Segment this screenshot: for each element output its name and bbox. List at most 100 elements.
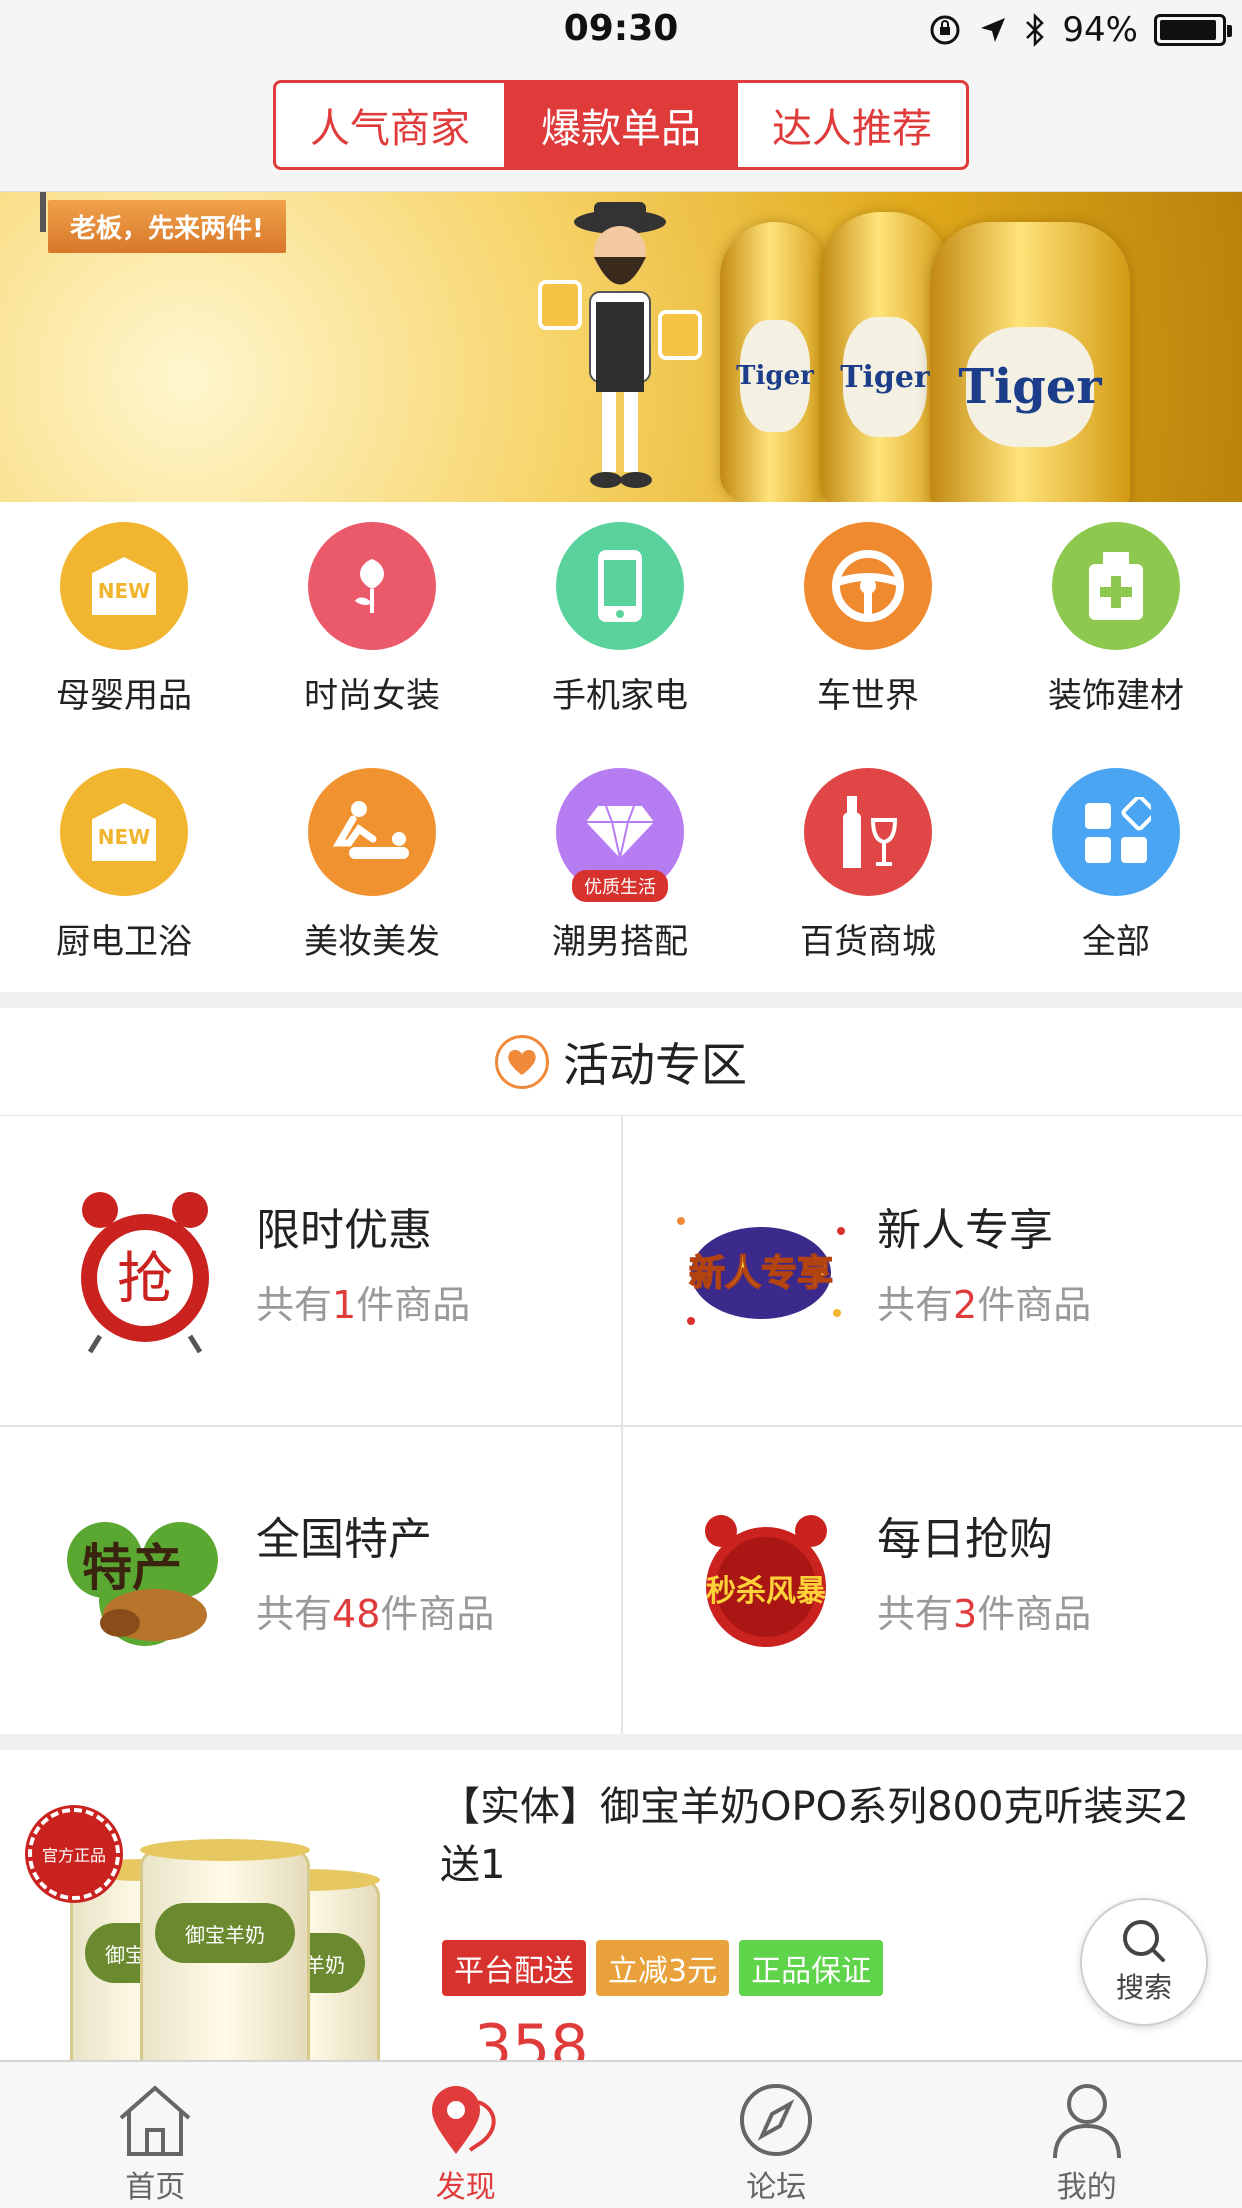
product-title[interactable]: 【实体】御宝羊奶OPO系列800克听装买2送1 <box>440 1778 1200 1894</box>
tab-label: 我的 <box>1056 2170 1117 2205</box>
category-decoration[interactable]: 装饰建材 <box>992 502 1240 742</box>
battery-percent: 94% <box>1062 10 1138 50</box>
status-indicators: 94% <box>928 10 1232 50</box>
tab-mine[interactable]: 我的 <box>932 2062 1242 2208</box>
status-bar: 09:30 94% <box>0 0 1242 62</box>
category-label: 车世界 <box>817 676 919 716</box>
new-user-badge-image: 新人专享 <box>661 1186 861 1356</box>
category-label: 时尚女装 <box>304 676 440 716</box>
tab-discover[interactable]: 发现 <box>311 2062 622 2208</box>
tag-platform-delivery: 平台配送 <box>442 1940 586 1996</box>
activity-header: 活动专区 <box>0 1008 1242 1116</box>
activity-flash-sale[interactable]: 抢 限时优惠 共有1件商品 <box>0 1116 621 1425</box>
steering-wheel-icon <box>804 522 932 650</box>
category-label: 百货商城 <box>800 922 936 962</box>
new-tag-icon: NEW <box>60 768 188 896</box>
banner-tag: 老板，先来两件! <box>48 200 286 253</box>
svg-text:新人专享: 新人专享 <box>689 1253 833 1294</box>
activity-name: 全国特产 <box>256 1514 432 1565</box>
flower-icon <box>308 522 436 650</box>
tab-home[interactable]: 首页 <box>0 2062 311 2208</box>
medicine-box-icon <box>1052 522 1180 650</box>
activity-daily-rush[interactable]: 秒杀风暴 每日抢购 共有3件商品 <box>621 1425 1242 1734</box>
activity-name: 每日抢购 <box>877 1514 1053 1565</box>
home-icon <box>119 2085 191 2156</box>
promo-banner[interactable]: 老板，先来两件! Tiger Tiger Tiger <box>0 192 1242 502</box>
top-header: 人气商家 爆款单品 达人推荐 <box>0 62 1242 192</box>
tab-forum[interactable]: 论坛 <box>621 2062 932 2208</box>
search-button[interactable]: 搜索 <box>1080 1898 1208 2026</box>
activity-specialties[interactable]: 特产 全国特产 共有48件商品 <box>0 1425 621 1734</box>
activity-count: 共有2件商品 <box>877 1283 1092 1327</box>
new-tag-icon: NEW <box>60 522 188 650</box>
activity-title: 活动专区 <box>563 1037 747 1092</box>
grid-icon <box>1052 768 1180 896</box>
segment-popular-merchants[interactable]: 人气商家 <box>276 83 507 167</box>
category-auto[interactable]: 车世界 <box>744 502 992 742</box>
section-divider <box>0 1734 1242 1750</box>
milk-can: 御宝羊奶 <box>140 1839 310 2060</box>
product-price: 358 <box>474 2012 589 2060</box>
waiter-illustration <box>538 202 702 488</box>
category-label: 潮男搭配 <box>552 922 688 962</box>
category-label: 全部 <box>1082 922 1150 962</box>
bluetooth-icon <box>1026 12 1045 48</box>
banner-stripe <box>40 192 46 232</box>
segment-hot-items[interactable]: 爆款单品 <box>507 83 738 167</box>
category-grid: NEW 母婴用品 时尚女装 手机家电 车世界 装饰建材 NEW 厨电卫浴 美妆美… <box>0 502 1242 992</box>
diamond-icon: 优质生活 <box>556 768 684 902</box>
product-tags: 平台配送 立减3元 正品保证 <box>442 1940 884 1996</box>
bottom-tab-bar: 首页 发现 论坛 我的 <box>0 2060 1242 2208</box>
category-all[interactable]: 全部 <box>992 748 1240 988</box>
activity-count: 共有1件商品 <box>256 1283 471 1327</box>
product-card[interactable]: 御宝羊奶 御宝羊奶 御宝羊奶 官方正品 【实体】御宝羊奶OPO系列800克听装买… <box>0 1750 1242 2060</box>
alarm-clock-image: 抢 <box>60 1186 230 1356</box>
category-phones-appliances[interactable]: 手机家电 <box>496 502 744 742</box>
category-label: 装饰建材 <box>1048 676 1184 716</box>
tab-label: 发现 <box>435 2170 496 2205</box>
segmented-control: 人气商家 爆款单品 达人推荐 <box>273 80 969 170</box>
tag-discount: 立减3元 <box>596 1940 730 1996</box>
section-divider <box>0 992 1242 1008</box>
category-department-store[interactable]: 百货商城 <box>744 748 992 988</box>
quality-life-badge: 优质生活 <box>572 870 668 902</box>
specialty-food-image: 特产 <box>60 1495 230 1665</box>
category-label: 母婴用品 <box>56 676 192 716</box>
category-label: 手机家电 <box>552 676 688 716</box>
user-icon <box>1052 2084 1121 2158</box>
category-beauty[interactable]: 美妆美发 <box>248 748 496 988</box>
activity-name: 限时优惠 <box>256 1205 432 1256</box>
category-label: 美妆美发 <box>304 922 440 962</box>
beer-bottle: Tiger <box>930 222 1130 502</box>
grid-divider <box>0 1425 1242 1427</box>
heart-icon <box>495 1034 549 1089</box>
svg-text:抢: 抢 <box>117 1247 173 1312</box>
category-label: 厨电卫浴 <box>56 922 192 962</box>
segment-expert-picks[interactable]: 达人推荐 <box>738 83 966 167</box>
wine-bottle-icon <box>804 768 932 896</box>
search-label: 搜索 <box>1115 1971 1172 2004</box>
rotation-lock-icon <box>930 15 960 45</box>
category-maternity[interactable]: NEW 母婴用品 <box>0 502 248 742</box>
phone-icon <box>556 522 684 650</box>
category-kitchen-bath[interactable]: NEW 厨电卫浴 <box>0 748 248 988</box>
battery-icon <box>1154 14 1232 46</box>
massage-icon <box>308 768 436 896</box>
category-women-fashion[interactable]: 时尚女装 <box>248 502 496 742</box>
svg-text:特产: 特产 <box>82 1539 182 1597</box>
activity-count: 共有48件商品 <box>256 1592 495 1636</box>
activity-count: 共有3件商品 <box>877 1592 1092 1636</box>
tag-genuine: 正品保证 <box>739 1940 884 1996</box>
activity-grid: 抢 限时优惠 共有1件商品 新人专享 新人专享 共有2件商品 特产 全国特产 共… <box>0 1116 1242 1734</box>
category-men-style[interactable]: 优质生活 潮男搭配 <box>496 748 744 988</box>
compass-icon <box>740 2084 813 2156</box>
tab-label: 论坛 <box>746 2170 807 2205</box>
search-icon <box>1123 1920 1165 1962</box>
beer-bottle: Tiger <box>720 222 830 502</box>
flash-kill-clock-image: 秒杀风暴 <box>681 1495 851 1665</box>
tab-label: 首页 <box>125 2170 186 2205</box>
location-pin-icon <box>431 2086 496 2154</box>
activity-new-user[interactable]: 新人专享 新人专享 共有2件商品 <box>621 1116 1242 1425</box>
official-seal: 官方正品 <box>28 1808 120 1900</box>
svg-text:秒杀风暴: 秒杀风暴 <box>706 1574 827 1609</box>
